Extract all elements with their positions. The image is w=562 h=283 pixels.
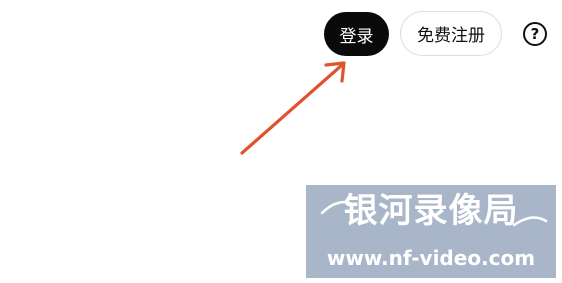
signup-button-label: 免费注册 xyxy=(417,26,485,46)
page: 登录 免费注册 ? 银河录像局 www.nf-video.com xyxy=(0,0,562,283)
login-button[interactable]: 登录 xyxy=(324,12,389,56)
signup-button[interactable]: 免费注册 xyxy=(400,11,502,56)
red-arrow-icon xyxy=(240,61,346,155)
swoosh-decoration-icon xyxy=(320,201,548,227)
watermark-url: www.nf-video.com xyxy=(326,246,536,270)
login-button-label: 登录 xyxy=(339,26,374,47)
help-glyph: ? xyxy=(530,24,540,43)
watermark-logo: 银河录像局 www.nf-video.com xyxy=(306,185,556,278)
question-circle-icon[interactable]: ? xyxy=(523,22,547,46)
